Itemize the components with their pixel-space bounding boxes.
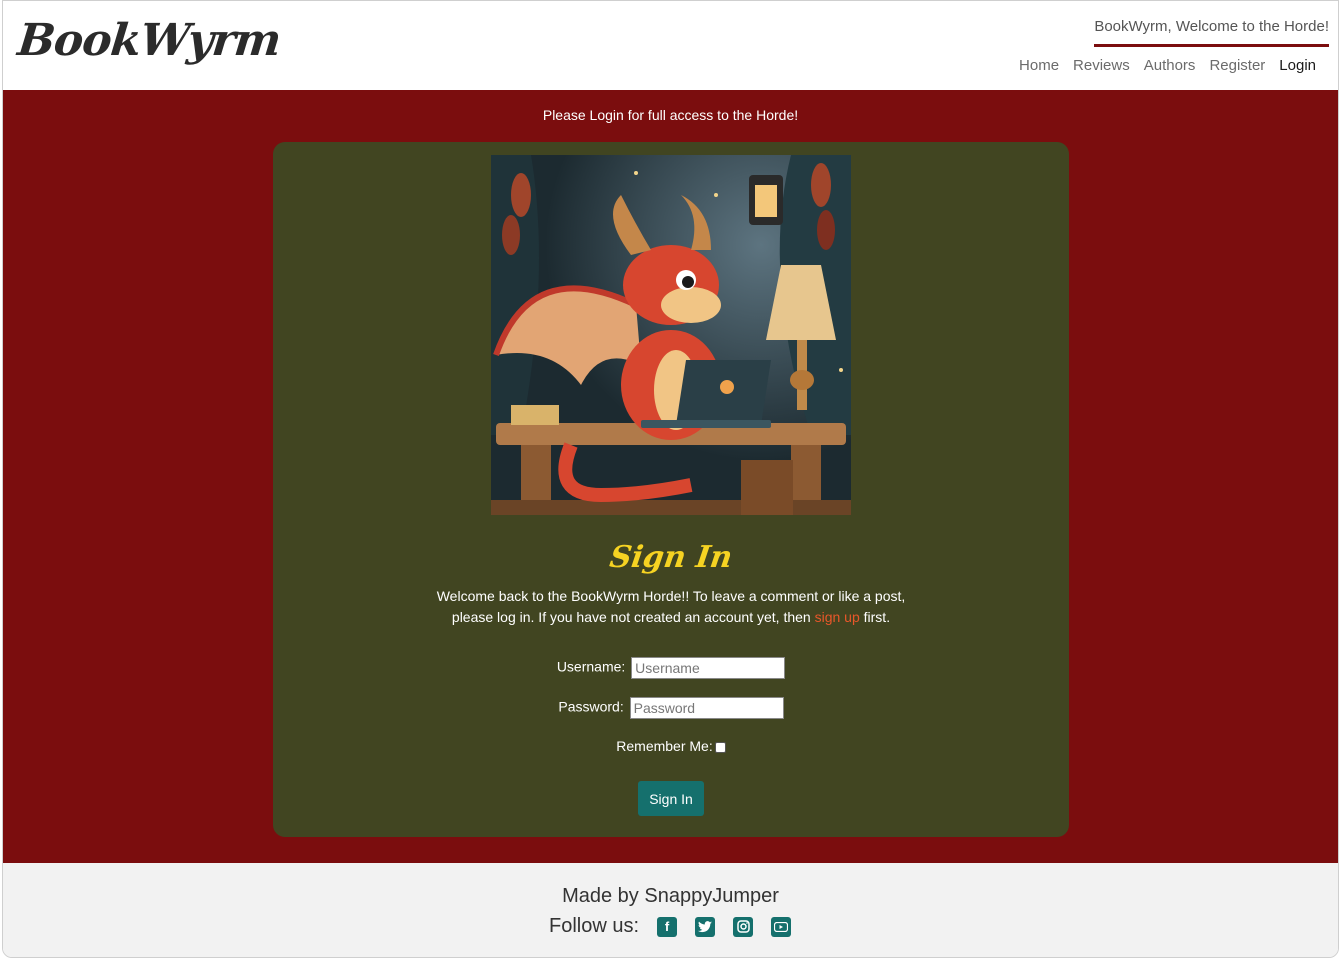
- username-row: Username:: [273, 657, 1069, 679]
- nav-authors[interactable]: Authors: [1137, 57, 1203, 74]
- twitter-icon[interactable]: [695, 916, 716, 937]
- site-footer: Made by SnappyJumper Follow us: f: [3, 863, 1338, 957]
- password-input[interactable]: [629, 697, 784, 719]
- remember-checkbox[interactable]: [714, 741, 726, 753]
- login-notice: Please Login for full access to the Hord…: [542, 107, 799, 123]
- signin-card: Sign In Welcome back to the BookWyrm Hor…: [273, 142, 1069, 837]
- main-section: Please Login for full access to the Hord…: [3, 90, 1338, 863]
- intro-line-2: please log in. If you have not created a…: [273, 607, 1069, 628]
- made-by: Made by SnappyJumper: [562, 885, 779, 907]
- intro-text-post: first.: [859, 609, 891, 625]
- welcome-message: BookWyrm, Welcome to the Horde!: [1094, 18, 1329, 47]
- site-logo[interactable]: BookWyrm: [15, 15, 282, 66]
- dragon-illustration: [491, 155, 851, 515]
- follow-label: Follow us:: [549, 915, 640, 937]
- signup-link[interactable]: sign up: [815, 609, 860, 625]
- signin-title: Sign In: [607, 540, 735, 575]
- social-icons: f: [657, 916, 792, 937]
- browser-page: BookWyrm BookWyrm, Welcome to the Horde!…: [2, 0, 1339, 958]
- username-label: Username:: [556, 658, 626, 675]
- nav-reviews[interactable]: Reviews: [1066, 57, 1137, 74]
- youtube-icon[interactable]: [771, 916, 792, 937]
- instagram-icon[interactable]: [733, 916, 754, 937]
- facebook-icon[interactable]: f: [657, 916, 678, 937]
- intro-line-1: Welcome back to the BookWyrm Horde!! To …: [436, 588, 906, 604]
- signin-button[interactable]: Sign In: [638, 781, 704, 816]
- intro-text-pre: please log in. If you have not created a…: [451, 609, 815, 625]
- site-header: BookWyrm BookWyrm, Welcome to the Horde!…: [3, 1, 1338, 90]
- password-row: Password:: [273, 697, 1069, 719]
- remember-label: Remember Me:: [616, 738, 713, 754]
- remember-row: Remember Me:: [273, 738, 1069, 754]
- nav-home[interactable]: Home: [1012, 57, 1066, 74]
- nav-register[interactable]: Register: [1202, 57, 1272, 74]
- signin-intro: Welcome back to the BookWyrm Horde!! To …: [273, 586, 1069, 628]
- username-input[interactable]: [631, 657, 786, 679]
- nav-login[interactable]: Login: [1272, 57, 1323, 74]
- main-nav: Home Reviews Authors Register Login: [1012, 57, 1323, 74]
- password-label: Password:: [558, 698, 624, 715]
- follow-us: Follow us: f: [549, 915, 792, 938]
